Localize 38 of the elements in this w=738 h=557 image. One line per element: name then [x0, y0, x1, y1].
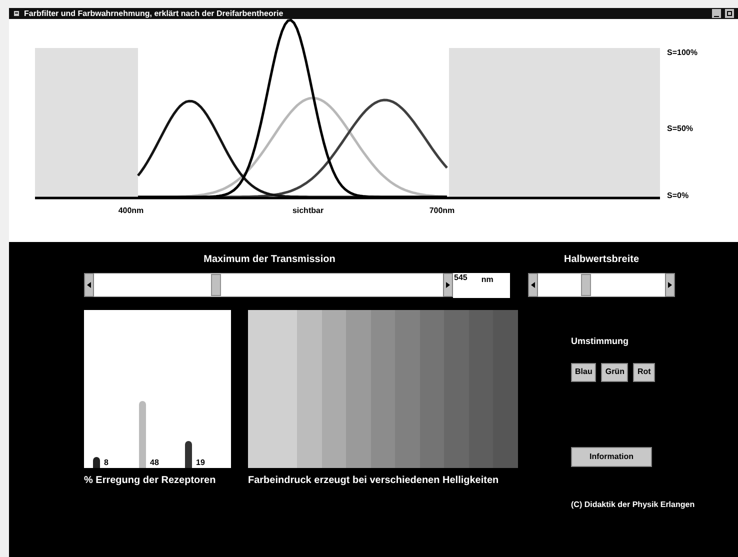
adaptation-label: Umstimmung: [571, 335, 630, 348]
adaptation-button[interactable]: Blau: [571, 362, 596, 382]
slider-label: Halbwertsbreite: [564, 253, 640, 267]
slider-thumb[interactable]: [211, 274, 222, 296]
scroll-right-button[interactable]: [443, 273, 453, 297]
wavelength-field[interactable]: 545 nm: [453, 273, 510, 298]
axis-label: S=100%: [667, 48, 698, 57]
axis-label: sichtbar: [292, 206, 324, 215]
receptor-caption: % Erregung der Rezeptoren: [84, 474, 217, 488]
axis-label: S=0%: [667, 191, 689, 200]
maximize-icon: [727, 11, 732, 16]
information-button[interactable]: Information: [571, 446, 652, 466]
scroll-left-button[interactable]: [528, 273, 538, 297]
axis-label: 700nm: [429, 206, 455, 215]
unit-label: nm: [481, 275, 494, 285]
bar-value: 48: [150, 459, 159, 467]
axis-label: 400nm: [118, 206, 144, 215]
app-icon: [13, 10, 20, 17]
minimize-icon: [714, 16, 719, 17]
axis-label: S=50%: [667, 124, 694, 133]
adaptation-button[interactable]: Rot: [633, 362, 655, 382]
brightness-caption: Farbeindruck erzeugt bei verschiedenen Helligkeiten: [248, 474, 500, 488]
minimize-button[interactable]: [712, 9, 721, 18]
right-arrow-icon: [446, 282, 450, 288]
adaptation-button[interactable]: Grün: [601, 362, 628, 382]
slider-label: Maximum der Transmission: [204, 253, 336, 267]
left-arrow-icon: [531, 282, 535, 288]
left-arrow-icon: [87, 282, 91, 288]
bar-value: 19: [196, 459, 205, 467]
copyright-text: (C) Didaktik der Physik Erlangen: [571, 498, 695, 510]
scroll-left-button[interactable]: [84, 273, 94, 297]
right-arrow-icon: [668, 282, 672, 288]
bar-value: 8: [104, 459, 108, 467]
window-title: Farbfilter und Farbwahrnehmung, erklärt nach der Dreifarbentheorie: [24, 10, 284, 18]
slider-thumb[interactable]: [581, 274, 592, 296]
scroll-right-button[interactable]: [665, 273, 675, 297]
wavelength-value: 545: [454, 273, 468, 283]
maximize-button[interactable]: [725, 9, 734, 18]
